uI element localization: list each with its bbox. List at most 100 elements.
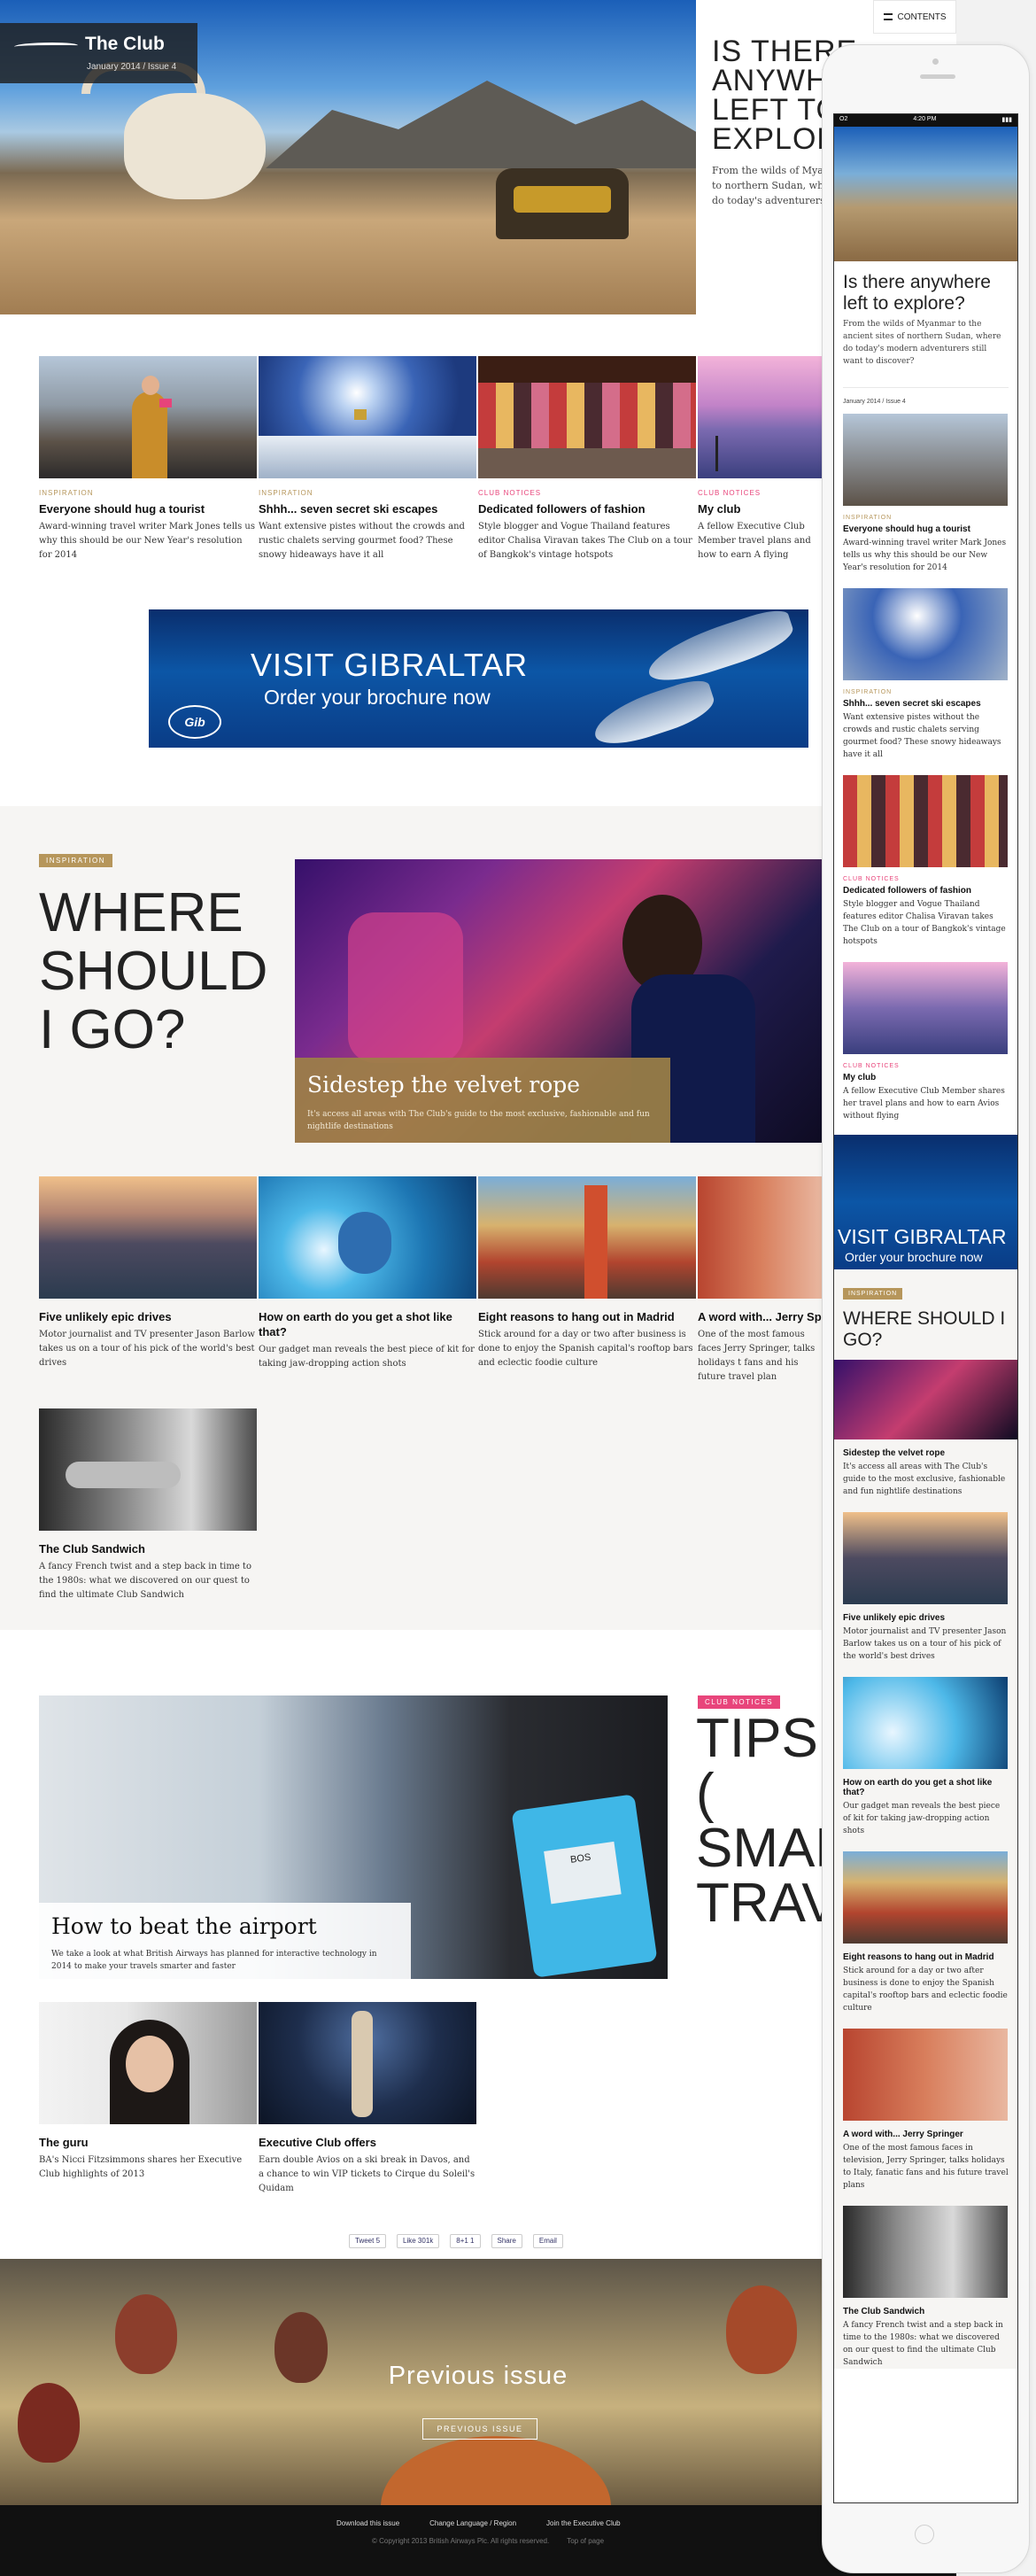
article-card[interactable]: How on earth do you get a shot like that… xyxy=(259,1176,476,1371)
article-image[interactable] xyxy=(478,1176,696,1299)
article-image[interactable] xyxy=(39,1176,257,1299)
tips-feature[interactable]: BOS How to beat the airport We take a lo… xyxy=(39,1695,668,1979)
article-image[interactable] xyxy=(259,356,476,478)
article-card[interactable]: A word with... Jerry Sp One of the most … xyxy=(698,1176,822,1385)
facebook-like-button[interactable]: Like 301k xyxy=(397,2234,440,2248)
desktop-page: The Club January 2014 / Issue 4 IS THERE… xyxy=(0,0,956,2576)
section-tag: INSPIRATION xyxy=(843,1288,903,1300)
article-image[interactable] xyxy=(843,2029,1008,2121)
article-title[interactable]: My club xyxy=(843,1073,1009,1082)
article-image[interactable] xyxy=(698,1176,822,1299)
skull xyxy=(124,93,266,199)
feature-title[interactable]: Sidestep the velvet rope xyxy=(307,1072,658,1098)
article-desc: It's access all areas with The Club's gu… xyxy=(843,1463,1006,1496)
article-desc: Style blogger and Vogue Thailand feature… xyxy=(843,900,1006,946)
article-image[interactable] xyxy=(843,1851,1008,1944)
article-card[interactable]: INSPIRATION Everyone should hug a touris… xyxy=(39,356,257,563)
carrier: O2 xyxy=(839,116,848,122)
previous-issue-button[interactable]: PREVIOUS ISSUE xyxy=(422,2418,537,2440)
google-plus-button[interactable]: 8+1 1 xyxy=(450,2234,481,2248)
article-desc: Earn double Avios on a ski break in Davo… xyxy=(259,2155,475,2193)
article-title[interactable]: Dedicated followers of fashion xyxy=(843,886,1009,896)
article-image[interactable] xyxy=(698,356,822,478)
article-category: CLUB NOTICES xyxy=(698,489,762,497)
bag-tag-label: BOS xyxy=(544,1841,622,1905)
article-title[interactable]: Dedicated followers of fashion xyxy=(478,501,696,516)
feature-caption: Sidestep the velvet rope It's access all… xyxy=(295,1058,670,1143)
article-category: INSPIRATION xyxy=(39,489,94,497)
gibraltar-banner[interactable]: VISIT GIBRALTAR Order your brochure now … xyxy=(149,609,808,748)
article-title[interactable]: A word with... Jerry Springer xyxy=(843,2130,1009,2139)
article-title[interactable]: Executive Club offers xyxy=(259,2135,476,2150)
article-image[interactable] xyxy=(39,1408,257,1531)
article-image[interactable] xyxy=(843,1512,1008,1604)
article-image[interactable] xyxy=(259,2002,476,2124)
article-image[interactable] xyxy=(478,356,696,478)
mountains xyxy=(266,81,696,168)
download-link[interactable]: Download this issue xyxy=(336,2519,399,2527)
article-image[interactable] xyxy=(259,1176,476,1299)
tips-feature-title[interactable]: How to beat the airport xyxy=(51,1913,398,1939)
article-title[interactable]: Five unlikely epic drives xyxy=(843,1613,1009,1623)
article-title[interactable]: Sidestep the velvet rope xyxy=(843,1448,1009,1458)
article-title[interactable]: The Club Sandwich xyxy=(843,2307,1009,2316)
article-title[interactable]: The Club Sandwich xyxy=(39,1541,257,1556)
article-title[interactable]: My club xyxy=(698,501,822,516)
article-title[interactable]: How on earth do you get a shot like that… xyxy=(843,1778,1009,1797)
article-card[interactable]: The Club Sandwich A fancy French twist a… xyxy=(39,1408,257,1602)
feature-image[interactable] xyxy=(834,1360,1017,1439)
speaker xyxy=(920,74,955,79)
article-card[interactable]: INSPIRATION Shhh... seven secret ski esc… xyxy=(259,356,476,563)
article-card[interactable]: CLUB NOTICES Dedicated followers of fash… xyxy=(478,356,696,563)
join-club-link[interactable]: Join the Executive Club xyxy=(546,2519,621,2527)
article-card[interactable]: Executive Club offers Earn double Avios … xyxy=(259,2002,476,2196)
email-button[interactable]: Email xyxy=(532,2234,563,2248)
article-image[interactable] xyxy=(843,2206,1008,2298)
tweet-button[interactable]: Tweet 5 xyxy=(349,2234,387,2248)
article-title[interactable]: Shhh... seven secret ski escapes xyxy=(259,501,476,516)
article-desc: A fellow Executive Club Member shares he… xyxy=(843,1087,1005,1121)
article-category: INSPIRATION xyxy=(843,689,893,695)
language-link[interactable]: Change Language / Region xyxy=(429,2519,516,2527)
article-title[interactable]: The guru xyxy=(39,2135,257,2150)
article-title[interactable]: Eight reasons to hang out in Madrid xyxy=(478,1309,696,1324)
article-image[interactable] xyxy=(39,2002,257,2124)
feature-article[interactable]: Sidestep the velvet rope It's access all… xyxy=(295,859,826,1143)
article-title[interactable]: Eight reasons to hang out in Madrid xyxy=(843,1952,1009,1962)
camera xyxy=(932,58,939,65)
article-title[interactable]: A word with... Jerry Sp xyxy=(698,1309,822,1324)
article-image[interactable] xyxy=(843,962,1008,1054)
menu-icon xyxy=(883,13,893,21)
article-desc: Want extensive pistes without the crowds… xyxy=(843,713,1001,759)
article-category: CLUB NOTICES xyxy=(843,1063,900,1069)
article-title[interactable]: Five unlikely epic drives xyxy=(39,1309,257,1324)
section-title: WHERE SHOULD I GO? xyxy=(843,1308,1006,1350)
masthead-logo[interactable]: The Club January 2014 / Issue 4 xyxy=(0,23,197,83)
article-image[interactable] xyxy=(843,414,1008,506)
article-title[interactable]: Everyone should hug a tourist xyxy=(843,524,1009,534)
article-card[interactable]: Five unlikely epic drives Motor journali… xyxy=(39,1176,257,1370)
article-image[interactable] xyxy=(39,356,257,478)
dune-buggy xyxy=(496,168,629,239)
article-title[interactable]: How on earth do you get a shot like that… xyxy=(259,1309,476,1339)
article-desc: One of the most famous faces in televisi… xyxy=(843,2144,1009,2190)
article-desc: Stick around for a day or two after busi… xyxy=(843,1967,1008,2013)
linkedin-share-button[interactable]: Share xyxy=(491,2234,522,2248)
article-image[interactable] xyxy=(843,775,1008,867)
contents-button[interactable]: CONTENTS xyxy=(873,0,956,34)
tips-feature-desc: We take a look at what British Airways h… xyxy=(51,1950,377,1971)
article-image[interactable] xyxy=(843,588,1008,680)
mobile-gibraltar-banner[interactable]: VISIT GIBRALTAR Order your brochure now xyxy=(834,1135,1017,1269)
article-desc: Motor journalist and TV presenter Jason … xyxy=(843,1627,1007,1661)
article-card[interactable]: The guru BA's Nicci Fitzsimmons shares h… xyxy=(39,2002,257,2182)
mobile-hero-image[interactable] xyxy=(834,127,1017,261)
article-title[interactable]: Everyone should hug a tourist xyxy=(39,501,257,516)
article-card[interactable]: Eight reasons to hang out in Madrid Stic… xyxy=(478,1176,696,1370)
article-title[interactable]: Shhh... seven secret ski escapes xyxy=(843,699,1009,709)
article-image[interactable] xyxy=(843,1677,1008,1769)
home-button[interactable] xyxy=(915,2525,934,2544)
mobile-title: Is there anywhere left to explore? xyxy=(843,272,991,314)
article-category: CLUB NOTICES xyxy=(478,489,542,497)
top-of-page-link[interactable]: Top of page xyxy=(567,2537,604,2545)
article-card[interactable]: CLUB NOTICES My club A fellow Executive … xyxy=(698,356,822,563)
